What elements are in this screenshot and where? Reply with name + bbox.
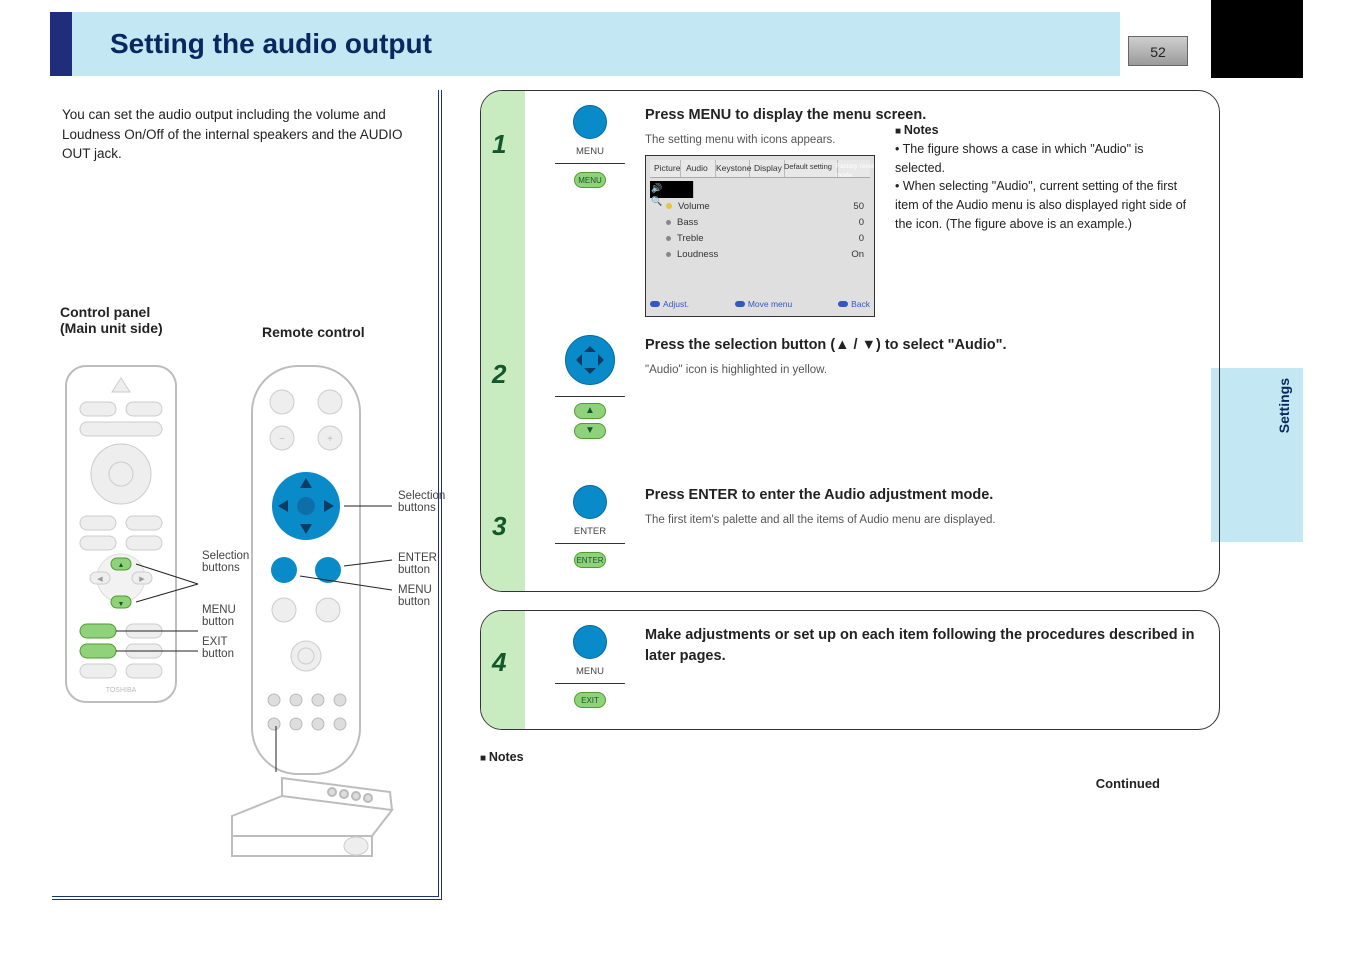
side-tab-label: Settings bbox=[1276, 378, 1292, 433]
svg-text:▲: ▲ bbox=[118, 562, 125, 569]
steps-panel-2: 4 MENU EXIT Make adjustments or set up o… bbox=[480, 610, 1220, 730]
steps-panel-1: 1 2 3 MENU MENU Press MENU to display bbox=[480, 90, 1220, 592]
header-accent bbox=[50, 12, 72, 76]
osd-tab-5[interactable]: Factory reset mode bbox=[836, 162, 874, 181]
svg-text:+: + bbox=[327, 434, 333, 445]
dpad-icon[interactable] bbox=[565, 335, 615, 385]
step1-icons: MENU MENU bbox=[545, 105, 635, 188]
svg-text:−: − bbox=[279, 434, 285, 445]
left-column: You can set the audio output including t… bbox=[52, 90, 442, 900]
menu-pill-icon[interactable]: MENU bbox=[574, 172, 606, 188]
down-pill-icon[interactable]: ▼ bbox=[574, 423, 606, 439]
svg-text:▶: ▶ bbox=[139, 576, 145, 583]
callout-enter-rc: ENTER button bbox=[398, 552, 437, 576]
page-number[interactable]: 52 bbox=[1128, 36, 1188, 66]
right-column: 1 2 3 MENU MENU Press MENU to display bbox=[480, 90, 1220, 767]
step-number-3: 3 bbox=[492, 511, 506, 542]
step3-text: Press ENTER to enter the Audio adjustmen… bbox=[645, 485, 1203, 529]
up-pill-icon[interactable]: ▲ bbox=[574, 403, 606, 419]
page-title: Setting the audio output bbox=[110, 28, 432, 60]
callout-selection-rc: Selection buttons bbox=[398, 490, 445, 514]
callout-menu-cp: MENU button bbox=[202, 604, 236, 628]
control-panel-title: Control panel (Main unit side) bbox=[60, 304, 163, 336]
step-number-2: 2 bbox=[492, 359, 506, 390]
osd-menu: Picture Audio Keystone Display Default s… bbox=[645, 155, 875, 317]
remote-illustration: ▲ ▼ ◀ ▶ TOSHIBA bbox=[52, 346, 442, 906]
enter-pill-icon[interactable]: ENTER bbox=[574, 552, 606, 568]
step2-text: Press the selection button (▲ / ▼) to se… bbox=[645, 335, 1203, 379]
bottom-notes: Notes bbox=[480, 748, 1220, 767]
osd-tab-2[interactable]: Keystone bbox=[716, 162, 751, 174]
osd-row-2: Treble0 bbox=[666, 232, 864, 246]
osd-tab-0[interactable]: Picture bbox=[654, 162, 680, 174]
step-number-1: 1 bbox=[492, 129, 506, 160]
enter-button-icon[interactable] bbox=[573, 485, 607, 519]
step1-notes: Notes • The figure shows a case in which… bbox=[895, 121, 1195, 234]
callout-menu-rc: MENU button bbox=[398, 584, 432, 608]
osd-row-3: LoudnessOn bbox=[666, 248, 864, 262]
remote-control-title: Remote control bbox=[262, 324, 365, 340]
callout-exit-cp: EXIT button bbox=[202, 636, 234, 660]
notes-title-2: Notes bbox=[480, 750, 524, 764]
osd-tab-3[interactable]: Display bbox=[754, 162, 782, 174]
step-number-4: 4 bbox=[492, 647, 506, 678]
continued-label: Continued bbox=[1096, 776, 1160, 791]
icon-label-enter: ENTER bbox=[545, 526, 635, 537]
step4-icons: MENU EXIT bbox=[545, 625, 635, 708]
intro-text: You can set the audio output including t… bbox=[62, 105, 422, 164]
svg-text:▼: ▼ bbox=[118, 601, 125, 608]
osd-footer: Adjust. Move menu Back bbox=[650, 298, 870, 312]
step4-text: Make adjustments or set up on each item … bbox=[645, 625, 1203, 667]
osd-tab-4[interactable]: Default setting bbox=[784, 162, 832, 173]
menu-button-icon[interactable] bbox=[573, 105, 607, 139]
osd-side-icons: 🔊🔍 bbox=[651, 182, 663, 208]
notes-title: Notes bbox=[895, 123, 939, 137]
osd-row-0: Volume50 bbox=[666, 200, 864, 214]
osd-tab-1[interactable]: Audio bbox=[686, 162, 708, 174]
icon-label-menu: MENU bbox=[545, 146, 635, 157]
step3-icons: ENTER ENTER bbox=[545, 485, 635, 568]
icon-label-menu-2: MENU bbox=[545, 666, 635, 677]
manual-page: Setting the audio output 52 Settings You… bbox=[0, 0, 1348, 954]
menu-button-icon-2[interactable] bbox=[573, 625, 607, 659]
svg-text:TOSHIBA: TOSHIBA bbox=[106, 687, 137, 694]
osd-row-1: Bass0 bbox=[666, 216, 864, 230]
corner-tab bbox=[1211, 0, 1303, 78]
callout-selection-cp: Selection buttons bbox=[202, 550, 249, 574]
step2-icons: ▲ ▼ bbox=[545, 335, 635, 439]
exit-pill-icon[interactable]: EXIT bbox=[574, 692, 606, 708]
svg-text:◀: ◀ bbox=[97, 576, 103, 583]
